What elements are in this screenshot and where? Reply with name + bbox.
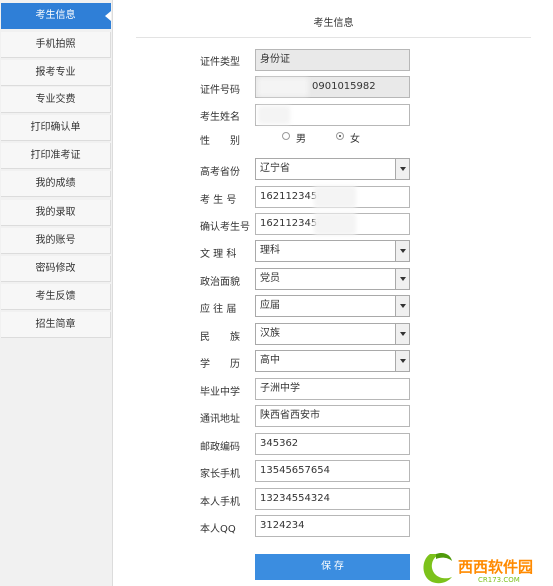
sidebar-item-my-account[interactable]: 我的账号: [1, 228, 111, 254]
sidebar-item-label: 密码修改: [35, 263, 76, 274]
postal-code-label: 邮政编码: [200, 442, 240, 453]
own-phone-label: 本人手机: [200, 497, 240, 508]
parent-phone-value: 13545657654: [260, 465, 330, 476]
gender-female-label: 女: [350, 134, 360, 145]
ethnicity-value: 汉族: [260, 328, 280, 339]
sidebar-item-password[interactable]: 密码修改: [1, 256, 111, 282]
high-school-value: 子洲中学: [260, 383, 300, 394]
sidebar-item-phone-photo[interactable]: 手机拍照: [1, 32, 111, 58]
privacy-blur: [314, 186, 356, 208]
graduate-type-select[interactable]: 应届: [255, 295, 410, 317]
own-phone-value: 13234554324: [260, 493, 330, 504]
education-value: 高中: [260, 355, 280, 366]
gender-label: 性 别: [200, 136, 240, 147]
sidebar-item-label: 报考专业: [35, 67, 76, 78]
sidebar-item-my-scores[interactable]: 我的成绩: [1, 171, 111, 197]
privacy-blur: [258, 106, 290, 124]
ethnicity-select[interactable]: 汉族: [255, 323, 410, 345]
chevron-down-icon[interactable]: [395, 296, 409, 316]
gender-female-radio[interactable]: [336, 132, 344, 140]
save-button[interactable]: 保 存: [255, 554, 410, 580]
sidebar-item-feedback[interactable]: 考生反馈: [1, 284, 111, 310]
province-label: 高考省份: [200, 167, 240, 178]
education-label: 学 历: [200, 359, 240, 370]
high-school-label: 毕业中学: [200, 387, 240, 398]
chevron-down-icon[interactable]: [395, 269, 409, 289]
chevron-down-icon[interactable]: [395, 324, 409, 344]
qq-field[interactable]: 3124234: [255, 515, 410, 537]
chevron-down-icon[interactable]: [395, 241, 409, 261]
sidebar-item-label: 考生信息: [35, 10, 76, 21]
id-type-field: 身份证: [255, 49, 410, 71]
political-status-select[interactable]: 党员: [255, 268, 410, 290]
political-status-value: 党员: [260, 273, 280, 284]
gender-male-label: 男: [296, 134, 306, 145]
postal-code-value: 345362: [260, 438, 299, 449]
parent-phone-field[interactable]: 13545657654: [255, 460, 410, 482]
parent-phone-label: 家长手机: [200, 469, 240, 480]
sidebar-item-label: 我的成绩: [35, 178, 76, 189]
page-title: 考生信息: [313, 18, 354, 29]
sidebar-item-label: 我的录取: [35, 207, 76, 218]
qq-label: 本人QQ: [200, 524, 236, 535]
sidebar-item-apply-major[interactable]: 报考专业: [1, 60, 111, 86]
address-label: 通讯地址: [200, 414, 240, 425]
ethnicity-label: 民 族: [200, 332, 240, 343]
logo-brand-text: 西西软件园: [458, 558, 533, 576]
political-status-label: 政治面貌: [200, 277, 240, 288]
address-value: 陕西省西安市: [260, 410, 320, 421]
active-arrow-icon: [105, 11, 111, 21]
sidebar-item-candidate-info[interactable]: 考生信息: [1, 3, 111, 29]
own-phone-field[interactable]: 13234554324: [255, 488, 410, 510]
province-value: 辽宁省: [260, 163, 290, 174]
name-label: 考生姓名: [200, 112, 240, 123]
title-divider: [136, 37, 531, 38]
sidebar-item-label: 专业交费: [35, 94, 76, 105]
sidebar: 考生信息 手机拍照 报考专业 专业交费 打印确认单 打印准考证 我的成绩 我的录…: [0, 0, 113, 586]
education-select[interactable]: 高中: [255, 350, 410, 372]
main-panel: 考生信息 证件类型 身份证 证件号码 0901015982 考生姓名 性 别 男…: [114, 0, 553, 586]
sidebar-item-print-confirmation[interactable]: 打印确认单: [1, 115, 111, 141]
sidebar-item-label: 招生简章: [35, 319, 76, 330]
id-number-value: 0901015982: [312, 81, 376, 92]
privacy-blur: [314, 213, 356, 235]
gender-male-radio[interactable]: [282, 132, 290, 140]
subject-type-label: 文 理 科: [200, 249, 237, 260]
sidebar-item-print-admission-ticket[interactable]: 打印准考证: [1, 143, 111, 169]
chevron-down-icon[interactable]: [395, 159, 409, 179]
postal-code-field[interactable]: 345362: [255, 433, 410, 455]
id-type-label: 证件类型: [200, 57, 240, 68]
graduate-type-value: 应届: [260, 300, 280, 311]
chevron-down-icon[interactable]: [395, 351, 409, 371]
sidebar-item-label: 考生反馈: [35, 291, 76, 302]
confirm-exam-number-label: 确认考生号: [200, 222, 250, 233]
sidebar-item-label: 我的账号: [35, 235, 76, 246]
sidebar-item-my-admission[interactable]: 我的录取: [1, 200, 111, 226]
app-window: 考生信息 手机拍照 报考专业 专业交费 打印确认单 打印准考证 我的成绩 我的录…: [0, 0, 553, 586]
subject-type-value: 理科: [260, 245, 280, 256]
qq-value: 3124234: [260, 520, 305, 531]
sidebar-item-major-payment[interactable]: 专业交费: [1, 87, 111, 113]
high-school-field[interactable]: 子洲中学: [255, 378, 410, 400]
sidebar-item-label: 打印确认单: [30, 122, 81, 133]
graduate-type-label: 应 往 届: [200, 304, 237, 315]
site-logo-watermark: 西西软件园 CR173.COM: [423, 552, 533, 584]
address-field[interactable]: 陕西省西安市: [255, 405, 410, 427]
logo-domain-text: CR173.COM: [478, 576, 520, 584]
sidebar-item-label: 手机拍照: [35, 39, 76, 50]
id-number-label: 证件号码: [200, 85, 240, 96]
exam-number-label: 考 生 号: [200, 195, 237, 206]
province-select[interactable]: 辽宁省: [255, 158, 410, 180]
id-type-value: 身份证: [260, 54, 290, 65]
subject-type-select[interactable]: 理科: [255, 240, 410, 262]
sidebar-item-admission-guide[interactable]: 招生简章: [1, 312, 111, 338]
sidebar-item-label: 打印准考证: [30, 150, 81, 161]
privacy-blur: [258, 78, 308, 96]
